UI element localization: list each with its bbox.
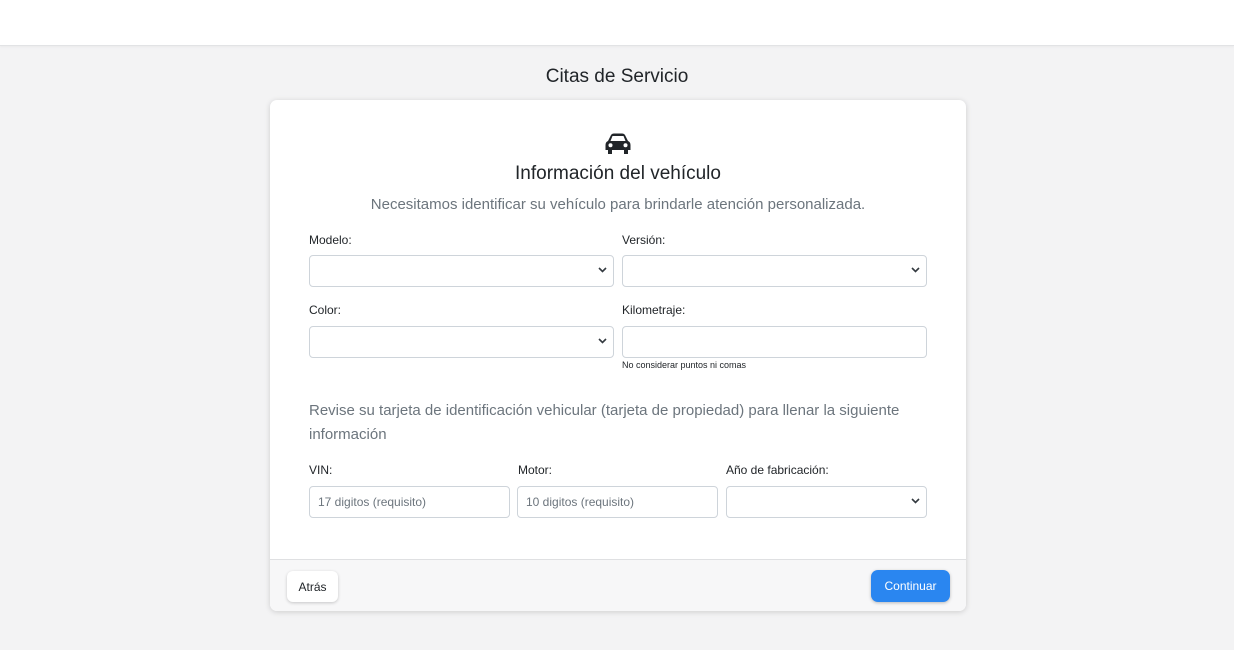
- top-navbar: [0, 0, 1234, 46]
- modelo-select[interactable]: [309, 255, 614, 287]
- vin-input[interactable]: [309, 486, 510, 518]
- vin-label: VIN:: [309, 463, 333, 477]
- back-button[interactable]: Atrás: [287, 571, 338, 602]
- card-footer: Atrás Continuar: [270, 559, 966, 611]
- version-label: Versión:: [622, 233, 666, 247]
- card-subtitle: Necesitamos identificar su vehículo para…: [370, 196, 866, 213]
- motor-label: Motor:: [518, 463, 553, 477]
- chevron-down-icon: [598, 267, 607, 273]
- kilometraje-input[interactable]: [622, 326, 927, 358]
- anio-label: Año de fabricación:: [726, 463, 829, 477]
- kilometraje-label: Kilometraje:: [622, 303, 686, 317]
- modelo-label: Modelo:: [309, 233, 352, 247]
- vehicle-info-card: Información del vehículo Necesitamos ide…: [270, 100, 966, 611]
- anio-fabricacion-select[interactable]: [726, 486, 927, 518]
- chevron-down-icon: [598, 338, 607, 344]
- chevron-down-icon: [911, 267, 920, 273]
- car-icon: [605, 133, 631, 154]
- card-heading: Información del vehículo: [515, 163, 721, 184]
- color-select[interactable]: [309, 326, 614, 358]
- version-select[interactable]: [622, 255, 927, 287]
- motor-input[interactable]: [517, 486, 718, 518]
- page-title: Citas de Servicio: [545, 66, 689, 87]
- instructions-text: Revise su tarjeta de identificación vehi…: [309, 402, 900, 443]
- kilometraje-help-text: No considerar puntos ni comas: [622, 360, 747, 370]
- chevron-down-icon: [911, 498, 920, 504]
- continue-button[interactable]: Continuar: [871, 570, 950, 602]
- color-label: Color:: [309, 303, 342, 317]
